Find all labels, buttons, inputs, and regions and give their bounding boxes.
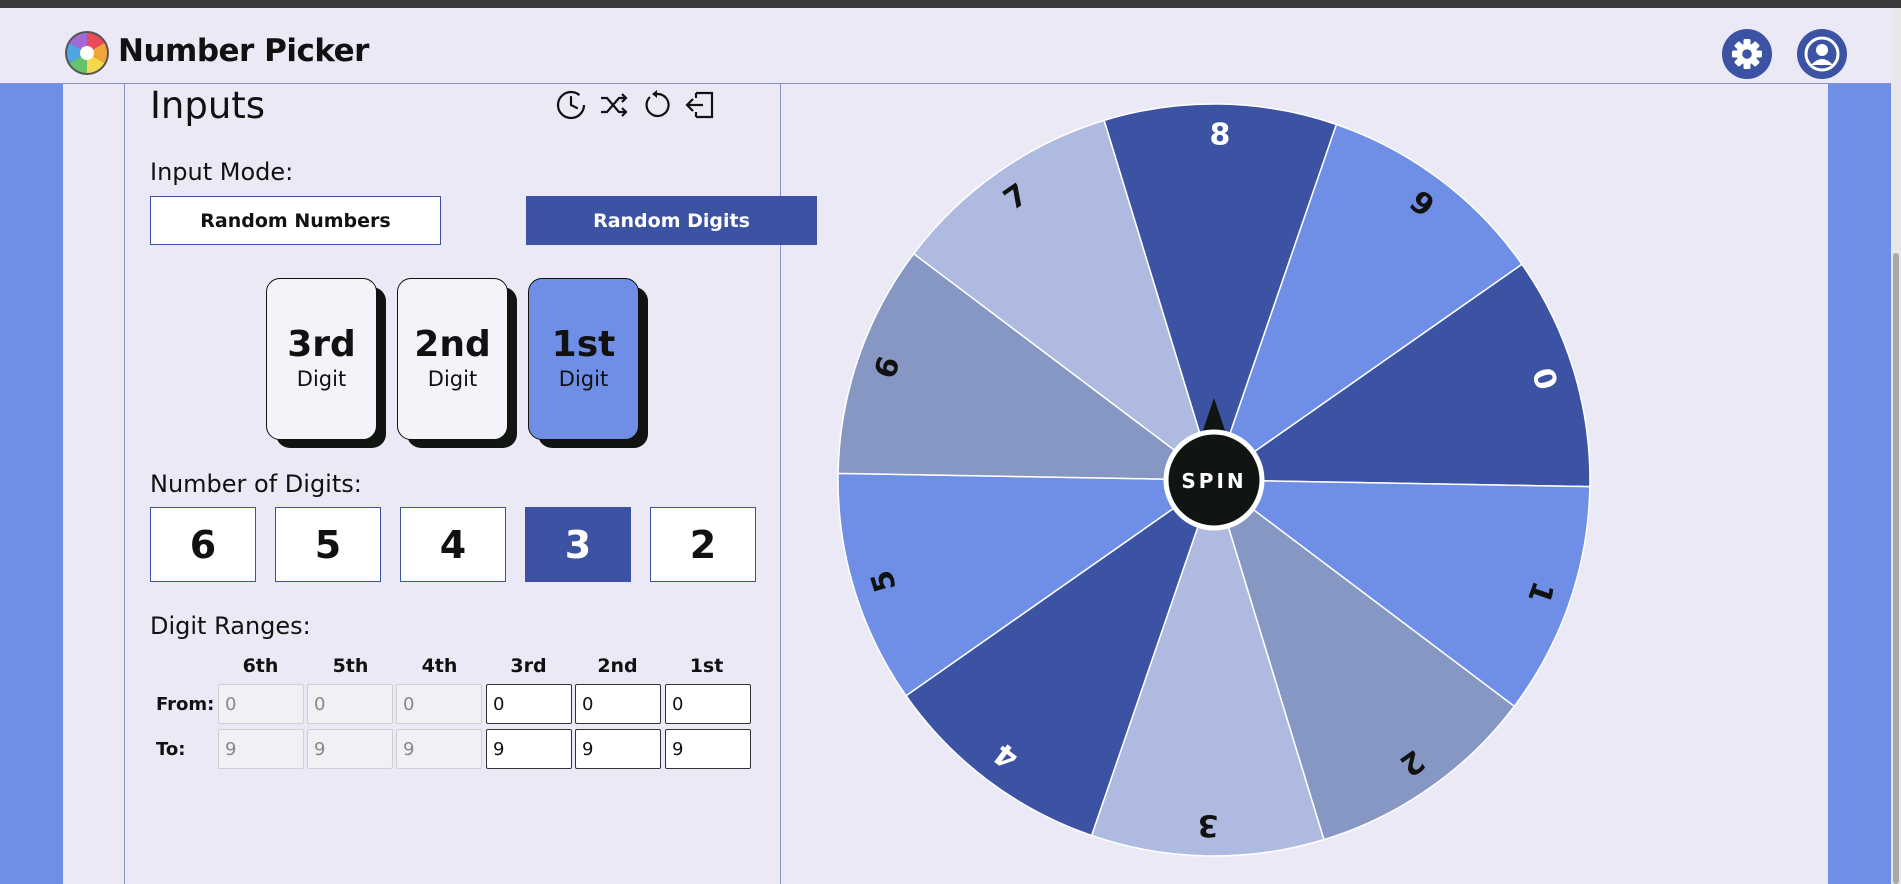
random-digits-button[interactable]: Random Digits — [526, 196, 817, 245]
digit-word: Digit — [296, 367, 347, 391]
to-1st-input[interactable] — [665, 729, 751, 769]
num-digits-4-button[interactable]: 4 — [400, 507, 506, 582]
card-face: 1st Digit — [528, 278, 639, 440]
history-icon[interactable] — [554, 88, 588, 122]
num-digits-2-button[interactable]: 2 — [650, 507, 756, 582]
digit-ordinal: 2nd — [414, 324, 491, 365]
page-scrollbar[interactable] — [1891, 8, 1901, 884]
to-2nd-input[interactable] — [575, 729, 661, 769]
random-numbers-button[interactable]: Random Numbers — [150, 196, 441, 245]
from-1st-input[interactable] — [665, 684, 751, 724]
window-top-strip — [0, 0, 1901, 8]
shuffle-icon[interactable] — [597, 88, 631, 122]
to-4th-input — [396, 729, 482, 769]
wheel-logo-icon — [65, 31, 109, 75]
to-6th-input — [218, 729, 304, 769]
card-face: 2nd Digit — [397, 278, 508, 440]
digit-card-1st[interactable]: 1st Digit — [528, 278, 648, 448]
range-col-2nd: 2nd — [597, 655, 638, 677]
digit-ordinal: 3rd — [287, 324, 356, 365]
range-col-5th: 5th — [332, 655, 369, 677]
user-circle-icon — [1804, 36, 1840, 72]
range-col-4th: 4th — [421, 655, 458, 677]
num-digits-3-button[interactable]: 3 — [525, 507, 631, 582]
from-6th-input — [218, 684, 304, 724]
input-mode-label: Input Mode: — [150, 158, 294, 186]
inputs-title: Inputs — [150, 84, 266, 127]
digit-word: Digit — [427, 367, 478, 391]
range-col-6th: 6th — [242, 655, 279, 677]
from-2nd-input[interactable] — [575, 684, 661, 724]
num-digits-label: Number of Digits: — [150, 470, 362, 498]
import-icon[interactable] — [683, 88, 717, 122]
digit-card-2nd[interactable]: 2nd Digit — [397, 278, 517, 448]
reset-icon[interactable] — [640, 88, 674, 122]
num-digits-6-button[interactable]: 6 — [150, 507, 256, 582]
to-5th-input — [307, 729, 393, 769]
gear-icon — [1732, 39, 1762, 69]
digit-ranges-label: Digit Ranges: — [150, 612, 311, 640]
settings-button[interactable] — [1722, 29, 1772, 79]
account-button[interactable] — [1797, 29, 1847, 79]
from-5th-input — [307, 684, 393, 724]
card-face: 3rd Digit — [266, 278, 377, 440]
from-4th-input — [396, 684, 482, 724]
inputs-panel: Inputs Input Mode: Random Numbers Random… — [124, 84, 817, 884]
from-label: From: — [156, 694, 215, 715]
range-col-3rd: 3rd — [510, 655, 547, 677]
digit-word: Digit — [558, 367, 609, 391]
digit-ordinal: 1st — [551, 324, 616, 365]
wheel-segment-label: 3 — [1197, 807, 1218, 842]
num-digits-5-button[interactable]: 5 — [275, 507, 381, 582]
from-3rd-input[interactable] — [486, 684, 572, 724]
spin-wheel[interactable]: 8901234567 SPIN — [836, 102, 1592, 858]
app-title: Number Picker — [118, 33, 369, 69]
digit-card-3rd[interactable]: 3rd Digit — [266, 278, 386, 448]
wheel-segment-label: 8 — [1209, 117, 1230, 152]
to-label: To: — [156, 739, 186, 760]
app-header: Number Picker — [0, 8, 1891, 84]
scrollbar-thumb[interactable] — [1893, 253, 1899, 884]
spin-label: SPIN — [1181, 469, 1246, 493]
to-3rd-input[interactable] — [486, 729, 572, 769]
range-col-1st: 1st — [689, 655, 724, 677]
